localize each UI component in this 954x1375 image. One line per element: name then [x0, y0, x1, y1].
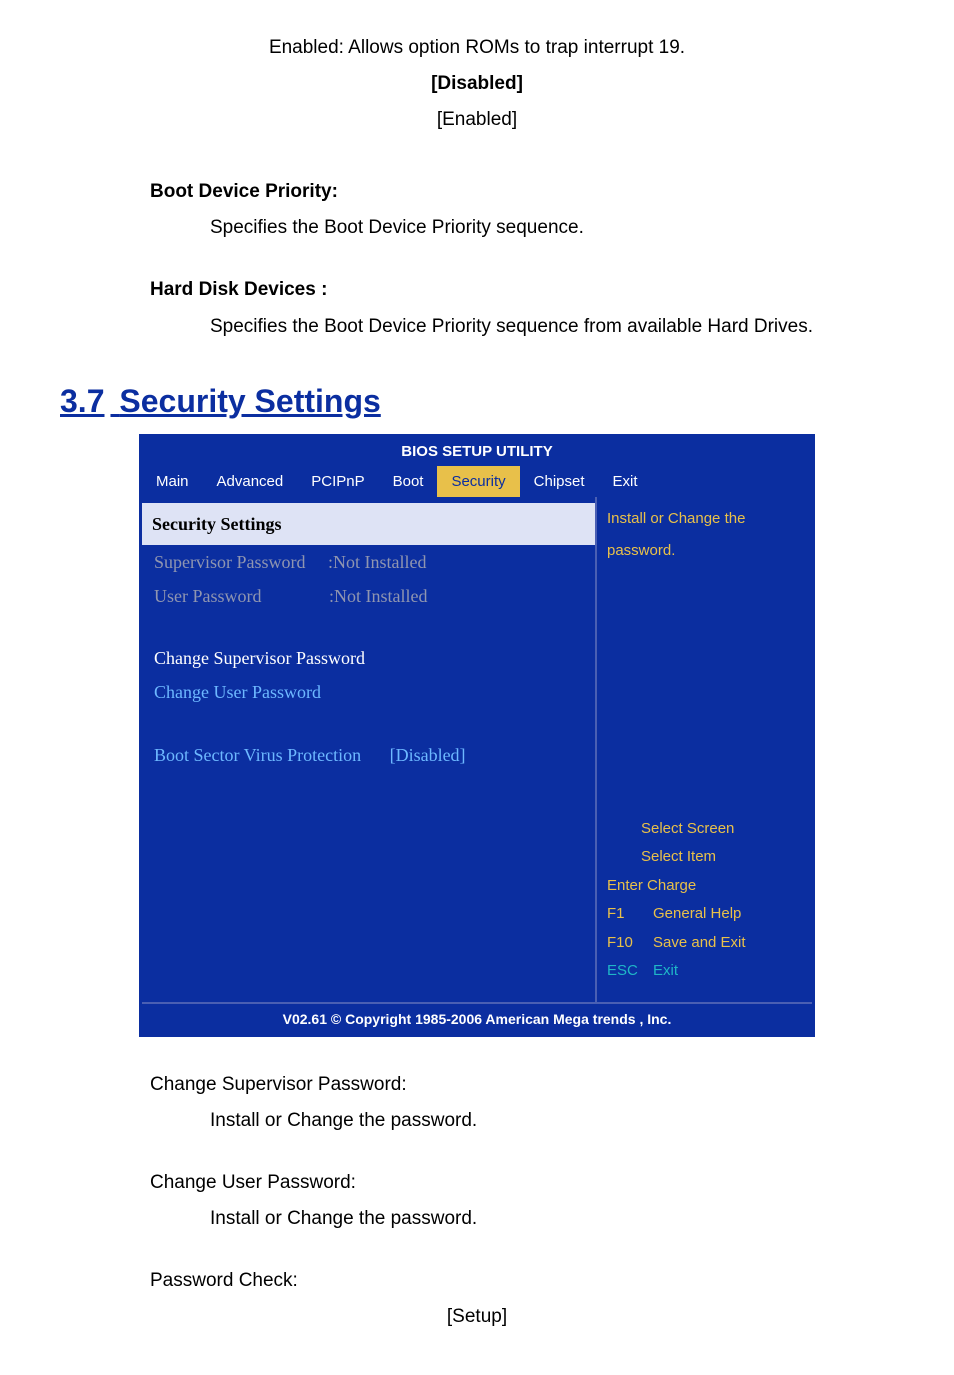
- user-password-value: :Not Installed: [329, 586, 427, 606]
- boot-device-heading: Boot Device Priority:: [150, 174, 894, 210]
- bios-title: BIOS SETUP UTILITY: [142, 437, 812, 466]
- supervisor-password-row: Supervisor Password :Not Installed: [154, 545, 595, 579]
- change-supervisor-heading: Change Supervisor Password:: [150, 1067, 894, 1103]
- exit-label: Exit: [653, 957, 678, 986]
- document-page: Enabled: Allows option ROMs to trap inte…: [0, 0, 954, 1375]
- general-help: General Help: [653, 900, 741, 929]
- enabled-option: [Enabled]: [60, 102, 894, 138]
- bios-tabs: Main Advanced PCIPnP Boot Security Chips…: [142, 466, 812, 497]
- tab-pcipnp[interactable]: PCIPnP: [297, 466, 378, 497]
- password-check-value: [Setup]: [60, 1299, 894, 1335]
- boot-device-body: Specifies the Boot Device Priority seque…: [210, 210, 894, 246]
- supervisor-password-value: :Not Installed: [328, 552, 426, 572]
- boot-sector-virus-row[interactable]: Boot Sector Virus Protection [Disabled]: [154, 738, 595, 772]
- change-supervisor-password[interactable]: Change Supervisor Password: [154, 641, 595, 675]
- supervisor-password-label: Supervisor Password: [154, 552, 306, 572]
- bios-panel: BIOS SETUP UTILITY Main Advanced PCIPnP …: [139, 434, 815, 1037]
- bios-footer: V02.61 © Copyright 1985-2006 American Me…: [142, 1002, 812, 1034]
- bios-panel-wrap: BIOS SETUP UTILITY Main Advanced PCIPnP …: [60, 434, 894, 1037]
- f1-key: F1: [607, 900, 653, 929]
- enabled-description: Enabled: Allows option ROMs to trap inte…: [60, 30, 894, 66]
- hard-disk-body: Specifies the Boot Device Priority seque…: [210, 309, 894, 345]
- user-password-row: User Password :Not Installed: [154, 579, 595, 613]
- section-title: Security Settings: [119, 383, 380, 419]
- bsvp-label: Boot Sector Virus Protection: [154, 745, 361, 765]
- password-check-heading: Password Check:: [150, 1263, 894, 1299]
- footer-keys: Select Screen Select Item Enter Charge F…: [607, 815, 802, 986]
- f10-key: F10: [607, 929, 653, 958]
- tab-chipset[interactable]: Chipset: [520, 466, 599, 497]
- section-number: 3.7: [60, 383, 110, 419]
- hard-disk-heading: Hard Disk Devices :: [150, 272, 894, 308]
- f1-row: F1 General Help: [607, 900, 802, 929]
- esc-row: ESC Exit: [607, 957, 802, 986]
- bsvp-value: [Disabled]: [390, 745, 466, 765]
- bios-body: Security Settings Supervisor Password :N…: [142, 497, 812, 1002]
- enter-charge: Enter Charge: [607, 872, 802, 901]
- tab-security[interactable]: Security: [437, 466, 519, 497]
- select-item: Select Item: [607, 843, 802, 872]
- esc-key: ESC: [607, 957, 653, 986]
- change-supervisor-body: Install or Change the password.: [210, 1103, 894, 1139]
- change-user-heading: Change User Password:: [150, 1165, 894, 1201]
- help-line-2: password.: [607, 539, 802, 563]
- user-password-label: User Password: [154, 586, 262, 606]
- tab-boot[interactable]: Boot: [379, 466, 438, 497]
- f10-row: F10 Save and Exit: [607, 929, 802, 958]
- change-user-body: Install or Change the password.: [210, 1201, 894, 1237]
- bios-left-pane: Security Settings Supervisor Password :N…: [142, 497, 597, 1002]
- tab-main[interactable]: Main: [142, 466, 203, 497]
- change-user-password[interactable]: Change User Password: [154, 675, 595, 709]
- save-and-exit: Save and Exit: [653, 929, 746, 958]
- tab-advanced[interactable]: Advanced: [203, 466, 298, 497]
- help-line-1: Install or Change the: [607, 507, 802, 531]
- section-heading: 3.7 Security Settings: [60, 383, 894, 420]
- select-screen: Select Screen: [607, 815, 802, 844]
- disabled-option: [Disabled]: [60, 66, 894, 102]
- security-settings-title: Security Settings: [142, 503, 595, 545]
- bios-right-pane: Install or Change the password. Select S…: [597, 497, 812, 1002]
- tab-exit[interactable]: Exit: [599, 466, 652, 497]
